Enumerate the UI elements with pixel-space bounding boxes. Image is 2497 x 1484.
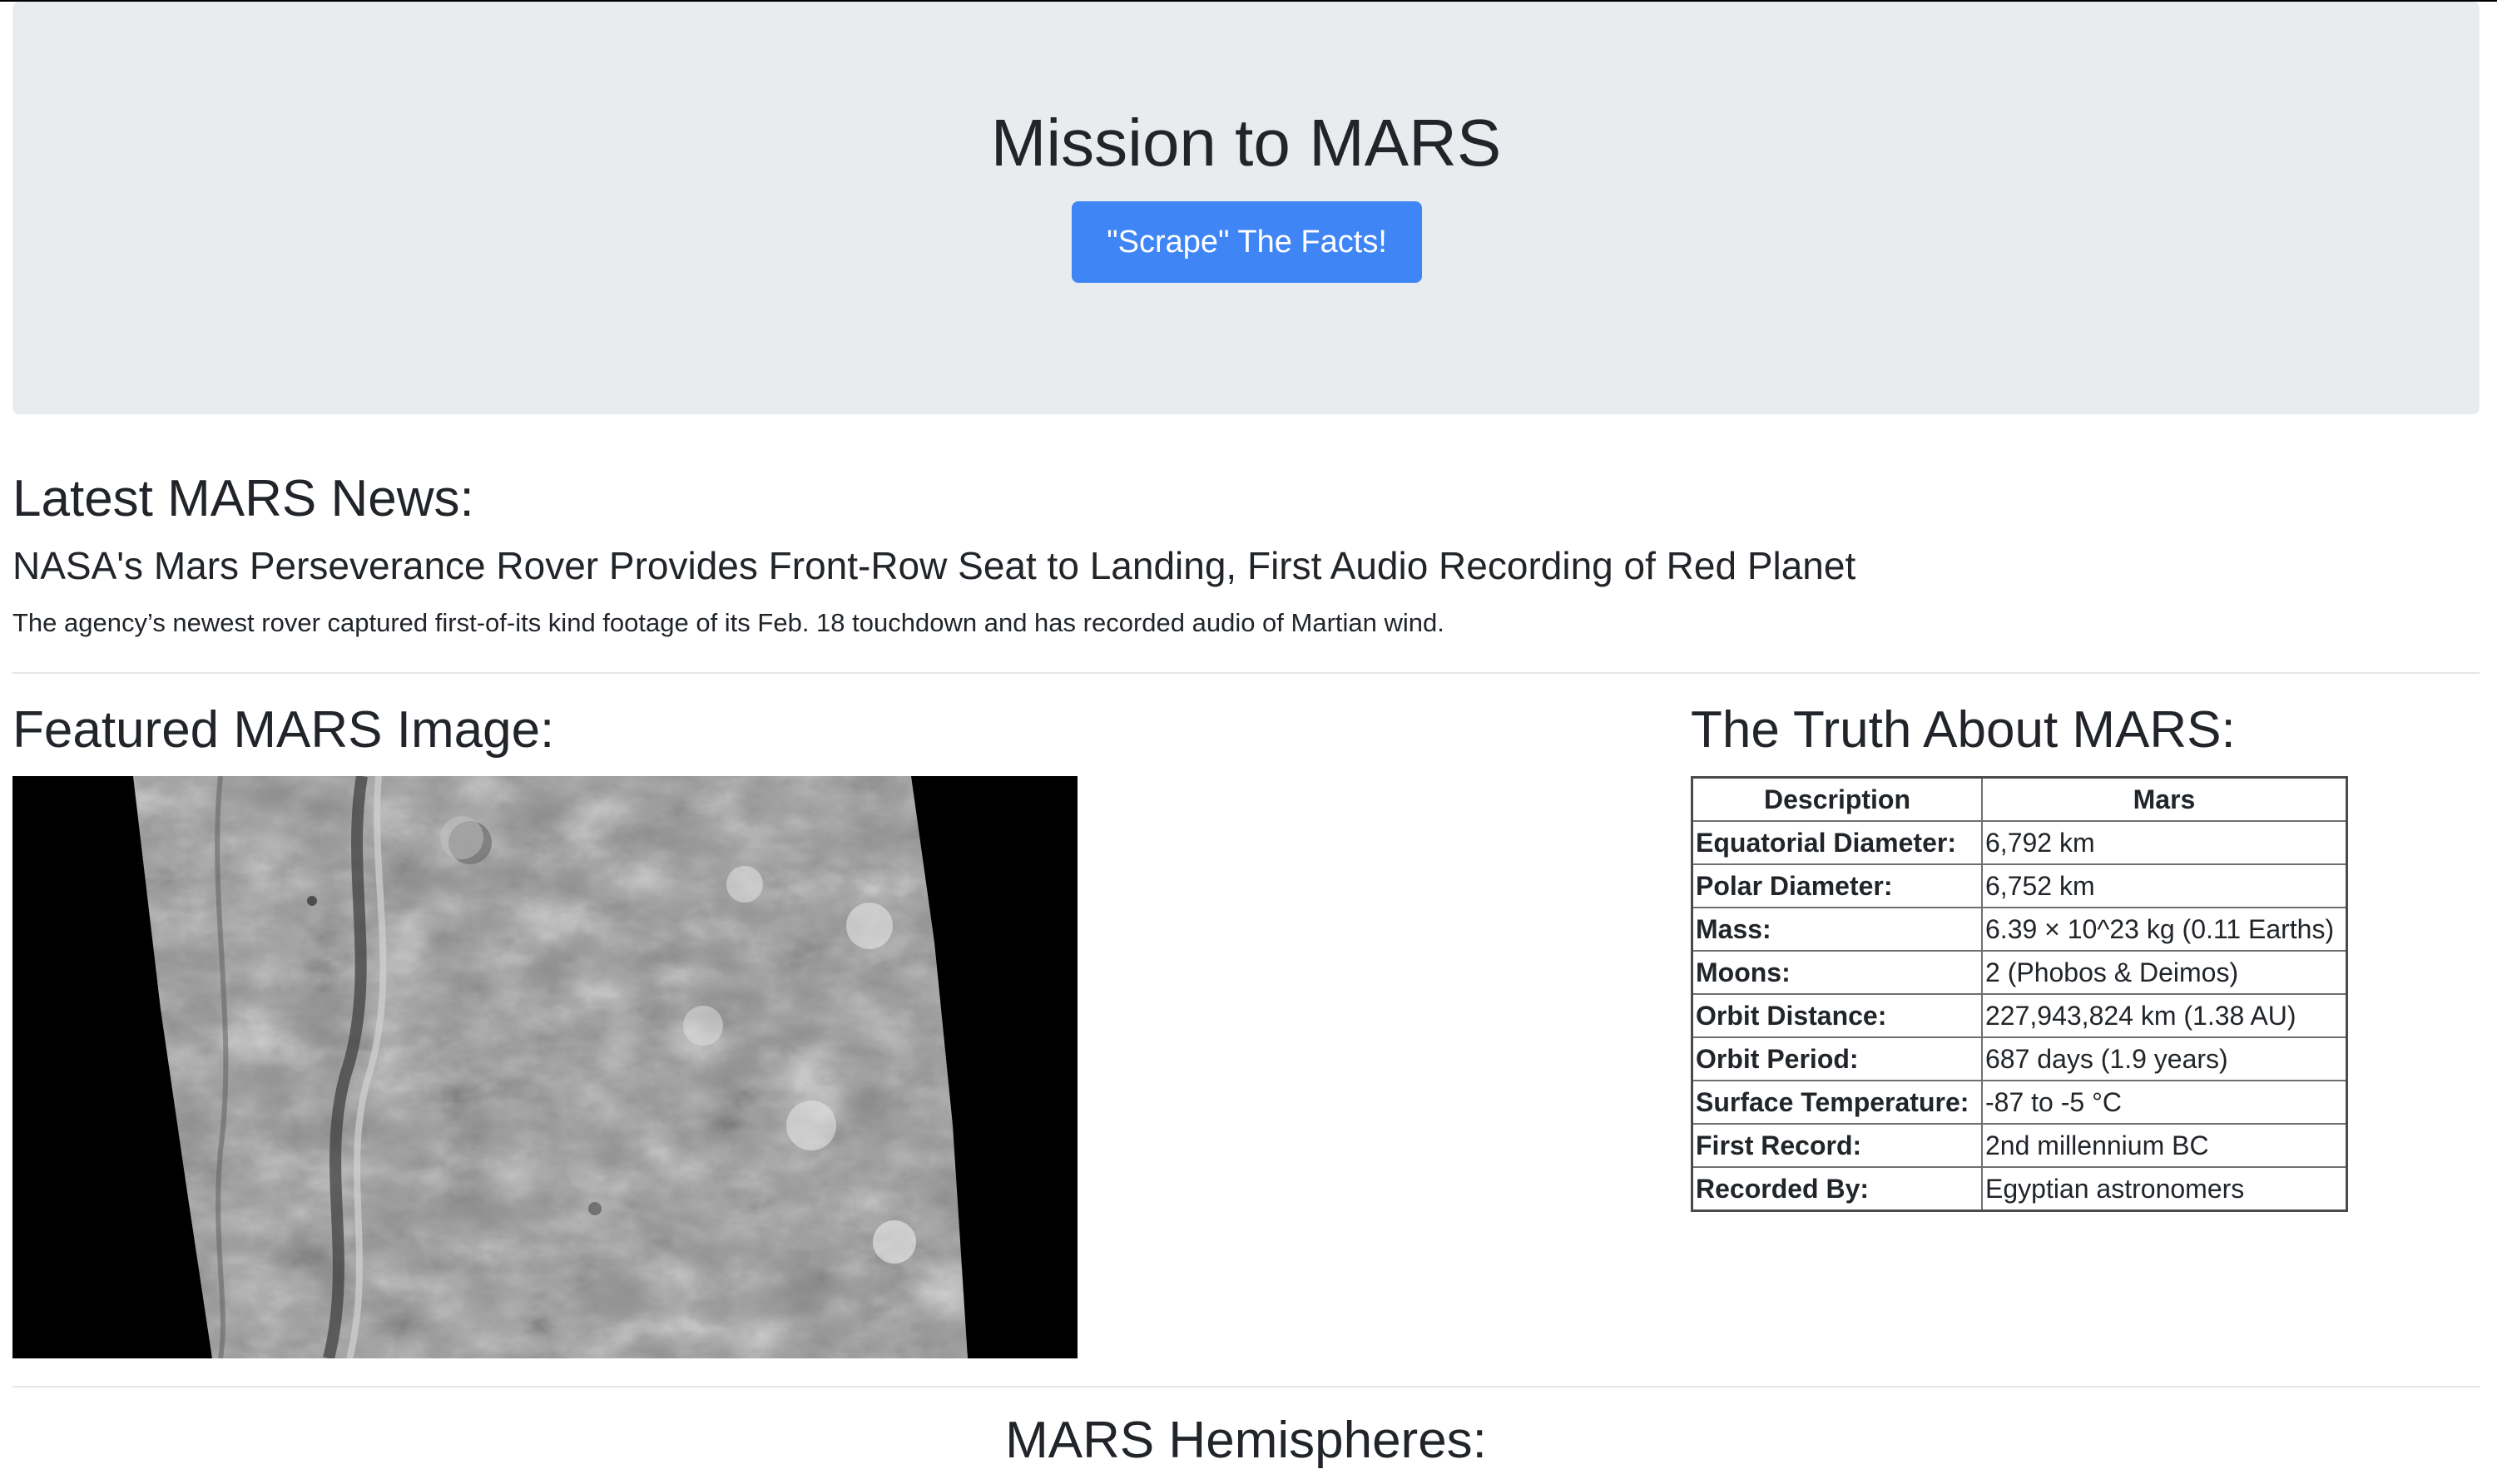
fact-label: Moons: <box>1691 950 1983 995</box>
table-row: Recorded By: Egyptian astronomers <box>1691 1166 2348 1212</box>
table-row: Orbit Distance: 227,943,824 km (1.38 AU) <box>1691 993 2348 1038</box>
jumbotron: Mission to MARS "Scrape" The Facts! <box>12 2 2480 414</box>
fact-label: First Record: <box>1691 1123 1983 1168</box>
fact-value: 2nd millennium BC <box>1981 1123 2348 1168</box>
news-headline: NASA's Mars Perseverance Rover Provides … <box>12 544 1856 587</box>
scrape-button[interactable]: "Scrape" The Facts! <box>1072 201 1422 283</box>
column-header-description: Description <box>1691 776 1983 822</box>
fact-label: Polar Diameter: <box>1691 863 1983 908</box>
table-row: Equatorial Diameter: 6,792 km <box>1691 820 2348 865</box>
news-teaser: The agency’s newest rover captured first… <box>12 608 1444 637</box>
fact-value: 6.39 × 10^23 kg (0.11 Earths) <box>1981 907 2348 952</box>
fact-value: 2 (Phobos & Deimos) <box>1981 950 2348 995</box>
fact-label: Orbit Period: <box>1691 1036 1983 1081</box>
table-header-row: Description Mars <box>1691 776 2348 822</box>
featured-image-title: Featured MARS Image: <box>12 701 555 759</box>
table-row: First Record: 2nd millennium BC <box>1691 1123 2348 1168</box>
column-header-mars: Mars <box>1981 776 2348 822</box>
divider <box>12 672 2480 674</box>
fact-label: Equatorial Diameter: <box>1691 820 1983 865</box>
table-row: Moons: 2 (Phobos & Deimos) <box>1691 950 2348 995</box>
fact-label: Mass: <box>1691 907 1983 952</box>
page-title: Mission to MARS <box>990 106 1502 180</box>
fact-value: 227,943,824 km (1.38 AU) <box>1981 993 2348 1038</box>
fact-value: 6,792 km <box>1981 820 2348 865</box>
hemispheres-section-title: MARS Hemispheres: <box>1005 1412 1487 1469</box>
divider <box>12 1386 2480 1388</box>
fact-value: Egyptian astronomers <box>1981 1166 2348 1212</box>
news-section-title: Latest MARS News: <box>12 470 474 527</box>
table-row: Polar Diameter: 6,752 km <box>1691 863 2348 908</box>
facts-section-title: The Truth About MARS: <box>1691 701 2236 759</box>
fact-label: Surface Temperature: <box>1691 1080 1983 1125</box>
fact-value: -87 to -5 °C <box>1981 1080 2348 1125</box>
featured-mars-image <box>12 776 1078 1358</box>
fact-value: 687 days (1.9 years) <box>1981 1036 2348 1081</box>
fact-label: Recorded By: <box>1691 1166 1983 1212</box>
mars-facts-table: Description Mars Equatorial Diameter: 6,… <box>1691 776 2348 1212</box>
table-row: Mass: 6.39 × 10^23 kg (0.11 Earths) <box>1691 907 2348 952</box>
table-row: Orbit Period: 687 days (1.9 years) <box>1691 1036 2348 1081</box>
fact-value: 6,752 km <box>1981 863 2348 908</box>
table-row: Surface Temperature: -87 to -5 °C <box>1691 1080 2348 1125</box>
fact-label: Orbit Distance: <box>1691 993 1983 1038</box>
